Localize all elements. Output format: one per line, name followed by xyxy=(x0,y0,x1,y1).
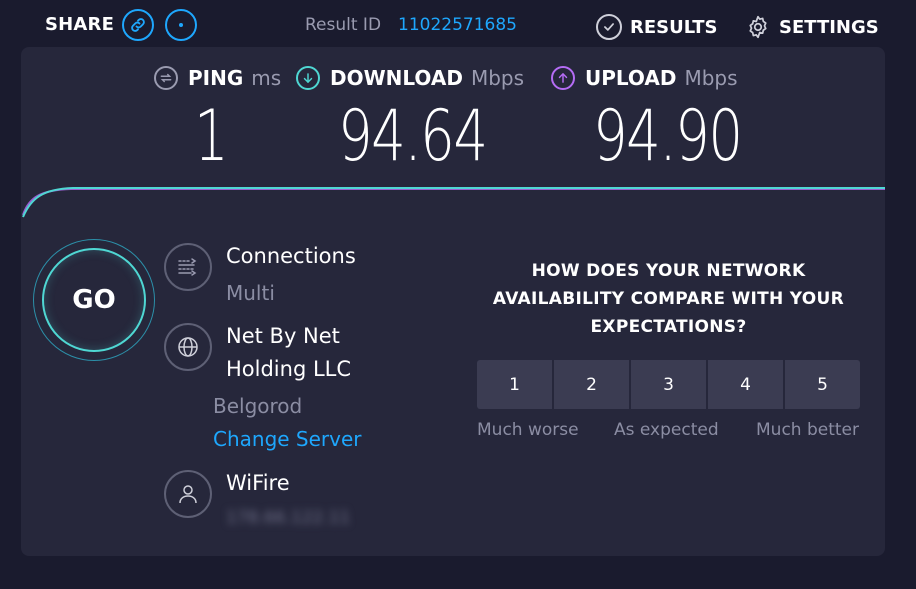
user-icon xyxy=(164,470,212,518)
connections-value[interactable]: Multi xyxy=(226,281,275,305)
upload-value: 94.90 xyxy=(593,95,743,177)
rating-mid-label: As expected xyxy=(614,420,719,440)
change-server-link[interactable]: Change Server xyxy=(213,427,362,451)
go-label: GO xyxy=(42,248,146,352)
globe-icon xyxy=(164,323,212,371)
ping-arrows-icon xyxy=(154,66,178,90)
settings-label: SETTINGS xyxy=(779,16,879,38)
top-bar: SHARE Result ID 11022571685 RESULTS SETT… xyxy=(0,0,916,48)
ping-header: PING ms xyxy=(154,66,281,90)
rating-option-4[interactable]: 4 xyxy=(708,360,783,409)
download-graph-line xyxy=(22,187,885,218)
upload-graph-line xyxy=(22,188,885,216)
connections-title: Connections xyxy=(226,244,356,268)
download-value: 94.64 xyxy=(338,95,488,177)
isp-ip-address: 178.66.122.11 xyxy=(226,508,351,528)
result-id-label: Result ID xyxy=(305,15,382,35)
server-host-name: Net By Net Holding LLC xyxy=(226,324,352,381)
arrow-down-icon xyxy=(296,66,320,90)
speedtest-panel: PING ms DOWNLOAD Mbps UPLOAD Mbps 1 94.6… xyxy=(21,47,885,556)
result-id-link[interactable]: 11022571685 xyxy=(398,15,517,35)
share-more-button[interactable] xyxy=(165,9,197,41)
gear-icon xyxy=(745,14,771,40)
download-label: DOWNLOAD xyxy=(330,66,463,90)
upload-unit: Mbps xyxy=(684,66,738,90)
share-link-button[interactable] xyxy=(122,9,154,41)
upload-label: UPLOAD xyxy=(585,66,677,90)
server-location: Belgorod xyxy=(213,394,303,418)
metrics-row: PING ms DOWNLOAD Mbps UPLOAD Mbps 1 94.6… xyxy=(21,47,885,177)
survey-question: HOW DOES YOUR NETWORK AVAILABILITY COMPA… xyxy=(492,261,845,337)
results-nav-link[interactable]: RESULTS xyxy=(596,14,717,40)
results-label: RESULTS xyxy=(630,16,718,38)
rating-low-label: Much worse xyxy=(477,420,579,440)
upload-header: UPLOAD Mbps xyxy=(551,66,738,90)
isp-name: WiFire xyxy=(226,471,290,495)
rating-high-label: Much better xyxy=(756,420,859,440)
more-dots-icon xyxy=(179,23,183,27)
check-circle-icon xyxy=(596,14,622,40)
download-unit: Mbps xyxy=(470,66,525,90)
speed-graph xyxy=(22,187,885,218)
rating-option-3[interactable]: 3 xyxy=(631,360,706,409)
rating-scale: 1 2 3 4 5 xyxy=(477,360,860,409)
share-label: SHARE xyxy=(45,14,115,35)
ping-value: 1 xyxy=(194,95,229,177)
ping-label: PING xyxy=(188,66,244,90)
arrow-up-icon xyxy=(551,66,575,90)
rating-option-2[interactable]: 2 xyxy=(554,360,629,409)
download-header: DOWNLOAD Mbps xyxy=(296,66,524,90)
rating-option-5[interactable]: 5 xyxy=(785,360,860,409)
connections-icon xyxy=(164,243,212,291)
settings-nav-link[interactable]: SETTINGS xyxy=(745,14,879,40)
go-button[interactable]: GO xyxy=(33,239,155,361)
ping-unit: ms xyxy=(251,66,282,90)
rating-option-1[interactable]: 1 xyxy=(477,360,552,409)
link-icon xyxy=(131,18,145,32)
